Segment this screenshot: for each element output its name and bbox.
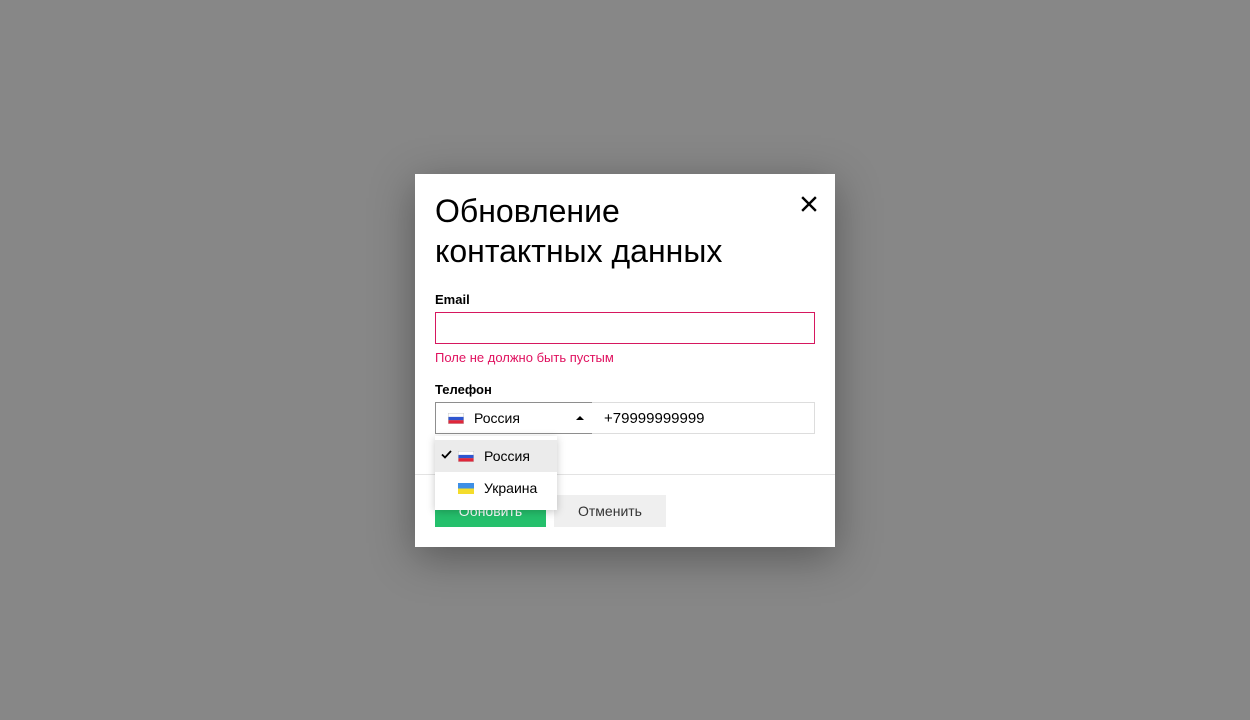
cancel-button[interactable]: Отменить <box>554 495 666 527</box>
country-option-label: Россия <box>484 448 530 464</box>
country-dropdown: Россия Украина <box>435 436 557 510</box>
country-select[interactable]: Россия <box>435 402 593 434</box>
flag-russia-icon <box>458 451 474 462</box>
phone-number-field[interactable] <box>592 402 815 434</box>
close-button[interactable] <box>799 194 819 214</box>
flag-russia-icon <box>448 413 464 424</box>
update-contacts-dialog: Обновление контактных данных Email Поле … <box>415 174 835 547</box>
country-option-ukraine[interactable]: Украина <box>435 472 557 504</box>
email-error-message: Поле не должно быть пустым <box>435 350 614 365</box>
email-label: Email <box>435 292 470 307</box>
checkmark-icon <box>441 450 452 459</box>
selected-country-label: Россия <box>474 410 520 426</box>
caret-up-icon <box>576 416 584 420</box>
country-option-russia[interactable]: Россия <box>435 440 557 472</box>
email-field[interactable] <box>435 312 815 344</box>
close-icon <box>801 196 817 212</box>
flag-ukraine-icon <box>458 483 474 494</box>
country-option-label: Украина <box>484 480 538 496</box>
phone-label: Телефон <box>435 382 492 397</box>
dialog-title: Обновление контактных данных <box>435 193 723 269</box>
